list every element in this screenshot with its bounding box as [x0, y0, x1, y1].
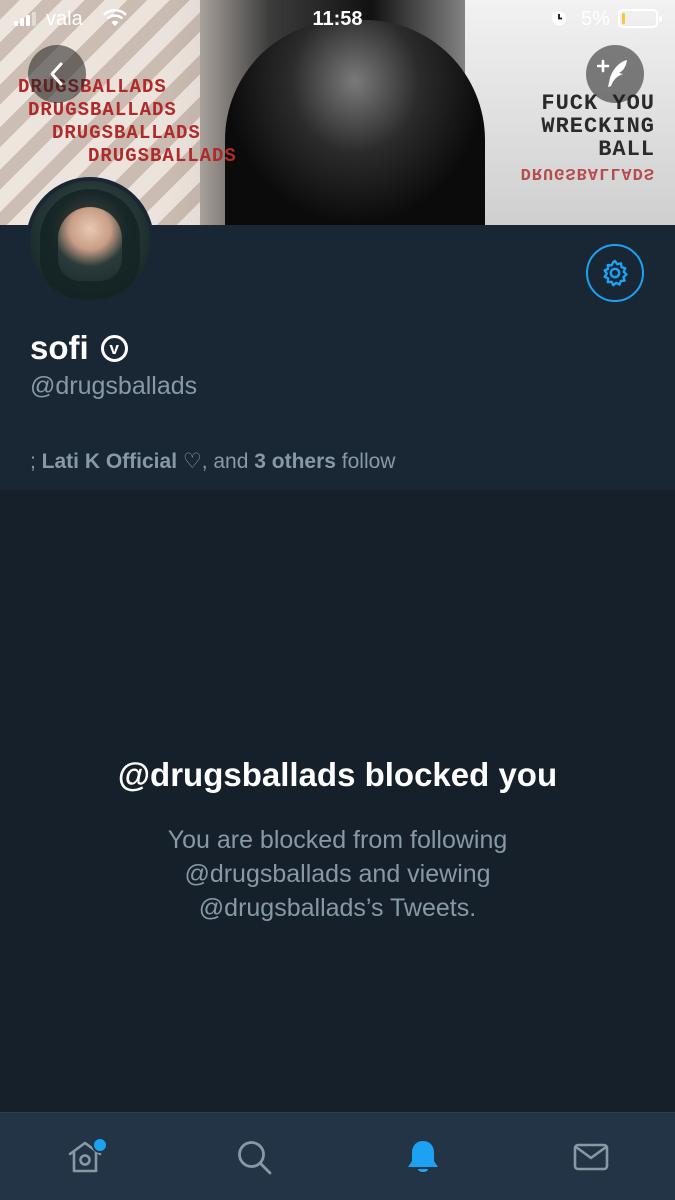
tab-messages[interactable]	[569, 1135, 613, 1179]
clock: 11:58	[312, 8, 363, 30]
banner-text-line: WRECKING	[541, 114, 655, 139]
blocked-description: You are blocked from following @drugsbal…	[167, 826, 508, 922]
alarm-icon	[552, 11, 566, 26]
profile-handle: @drugsballads	[30, 372, 198, 400]
gear-icon	[603, 259, 628, 287]
profile-avatar[interactable]	[26, 177, 154, 305]
bell-icon	[408, 1141, 438, 1172]
banner-text-right: FUCK YOU WRECKING BALL DRUGSBALLADS	[521, 92, 655, 184]
tab-notifications[interactable]	[401, 1135, 445, 1179]
tab-search[interactable]	[232, 1135, 276, 1179]
compose-tweet-button[interactable]	[586, 45, 644, 103]
followers-connector: , and	[201, 450, 255, 473]
back-button[interactable]	[28, 45, 86, 103]
new-tweets-dot	[92, 1137, 108, 1153]
profile-screen: DRUGSBALLADS DRUGSBALLADS DRUGSBALLADS D…	[0, 0, 675, 1200]
compose-feather-icon	[597, 59, 627, 87]
search-icon	[238, 1141, 272, 1175]
followers-prefix: ;	[30, 450, 42, 473]
chevron-left-icon	[50, 62, 63, 86]
banner-text-line: DRUGSBALLADS	[88, 145, 237, 167]
banner-text-line: DRUGSBALLADS	[520, 163, 655, 182]
followers-suffix: follow	[335, 450, 396, 473]
banner-figure-silhouette	[225, 20, 485, 225]
display-name: sofi v	[30, 329, 128, 367]
verified-badge-icon: v	[100, 334, 128, 362]
banner-text-line: DRUGSBALLADS	[52, 122, 201, 144]
followers-you-know[interactable]: ; Lati K Official ♡, and 3 others follow	[30, 449, 395, 474]
status-bar: vala 11:58 5%	[0, 0, 675, 40]
battery-icon	[618, 9, 662, 28]
banner-text-line: BALL	[598, 137, 655, 162]
display-name-text: sofi	[30, 329, 89, 366]
battery-percent: 5%	[581, 8, 610, 30]
blocked-notice: @drugsballads blocked you You are blocke…	[0, 490, 675, 1112]
avatar-photo	[40, 189, 140, 299]
bottom-tab-bar	[0, 1112, 675, 1200]
blocked-title: @drugsballads blocked you	[117, 756, 558, 793]
followers-others-count: 3 others	[254, 450, 336, 473]
mail-icon	[573, 1143, 609, 1171]
profile-settings-button[interactable]	[586, 244, 644, 302]
banner-text-line: FUCK YOU	[541, 91, 655, 116]
follower-name: Lati K Official ♡	[41, 450, 202, 473]
